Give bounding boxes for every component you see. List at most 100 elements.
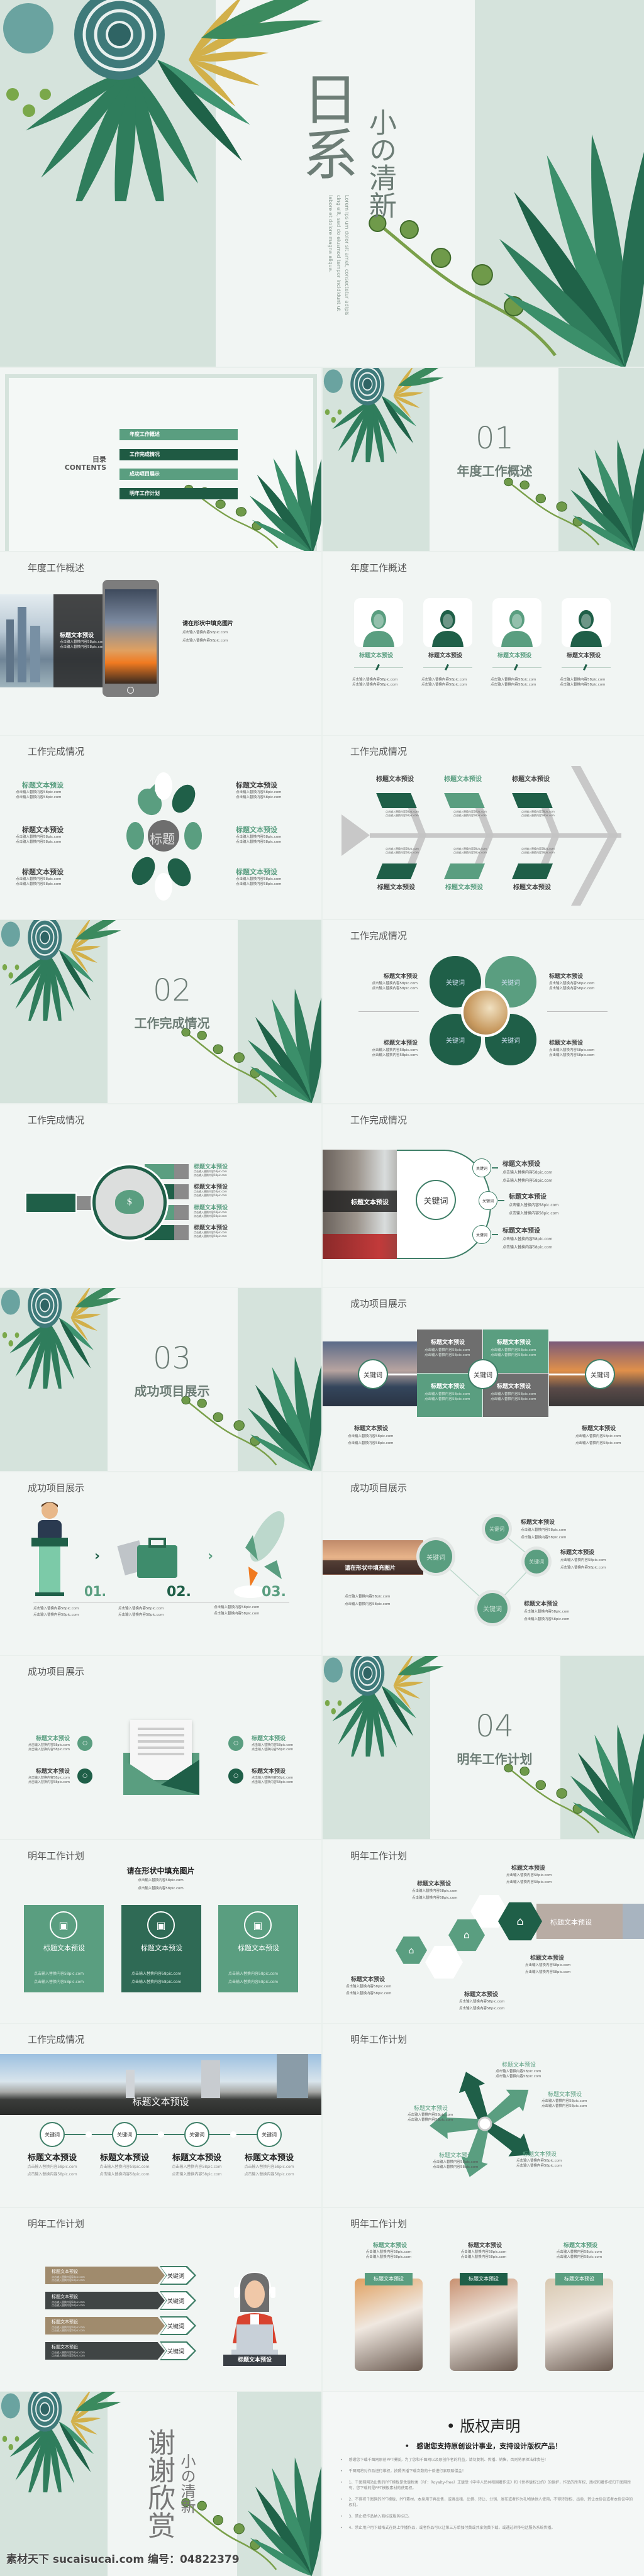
item-heading: 标题文本预设 — [530, 1955, 565, 1962]
item-heading: 标题文本预设 — [468, 2243, 502, 2249]
body-line: 点击输入替换内容58pic.com — [560, 1558, 606, 1562]
item-body: 点击输入替换内容58pic.com 点击输入替换内容58pic.com — [348, 1433, 394, 1447]
keyword-circle: 关键词 — [112, 2122, 137, 2147]
body-line: 点击输入替换内容58pic.com — [28, 1780, 70, 1784]
keyword-circle: 关键词 — [472, 1158, 491, 1177]
body-line: 点击输入替换内容58pic.com — [236, 796, 282, 799]
section-title: 明年工作计划 — [457, 1752, 533, 1767]
item-body: 点击输入替换内容58pic.com 点击输入替换内容58pic.com — [502, 1169, 552, 1185]
projects-network-slide: 成功项目展示 请在形状中填充图片 点击输入替换内容58pic.com 点击输入替换… — [323, 1472, 644, 1655]
body-line: 点击输入替换内容58pic.com — [182, 631, 228, 635]
keyword-circle: 关键词 — [525, 1550, 548, 1574]
briefcase-icon — [117, 1538, 177, 1578]
connector-dot — [498, 1200, 504, 1201]
speaker-icon — [31, 1502, 68, 1596]
keyword-circle: 关键词 — [479, 1191, 497, 1210]
contents-item-3[interactable]: 成功项目展示 — [119, 469, 238, 480]
completion-hub-slide: 工作完成情况 标题 标题文本预设 点击输入替换内容58pic.com 点击输入替换内… — [0, 736, 321, 919]
body-line: 点击输入替换内容58pic.com — [502, 1245, 553, 1250]
slide-title: 工作完成情况 — [350, 930, 408, 941]
body-line: 点击输入替换内容58pic.com — [352, 683, 398, 687]
body-line: 点击输入替换内容58pic.com — [425, 1392, 470, 1396]
monitor-icon: ○ — [228, 1736, 243, 1751]
timeline-dot — [158, 2131, 164, 2138]
item-body: 点击输入替换内容58pic.com 点击输入替换内容58pic.com — [194, 1190, 227, 1197]
body-line: 点击输入替换内容58pic.com — [541, 2104, 587, 2108]
money-cloud-icon: $ — [115, 1190, 144, 1214]
step-number: 03. — [262, 1584, 286, 1600]
body-line: 点击输入替换内容58pic.com — [491, 1353, 536, 1357]
magnifier-neck — [77, 1196, 93, 1210]
body-line: 点击输入替换内容58pic.com — [252, 1743, 293, 1747]
keyword-label: 关键词 — [167, 2273, 185, 2280]
copyright-item: • 3、禁止把作品纳入商标或服务标记。 — [340, 2514, 412, 2519]
contents-item-1[interactable]: 年度工作概述 — [119, 429, 238, 440]
feature-icon — [174, 1184, 189, 1199]
body-line: 点击输入替换内容58pic.com — [460, 2255, 507, 2259]
body-line: 点击输入替换内容58pic.com — [541, 2099, 587, 2103]
body-line: 点击输入替换内容58pic.com — [491, 683, 536, 687]
photo-tag: 标题文本预设 — [555, 2273, 603, 2285]
item-body: 点击输入替换内容58pic.com 点击输入替换内容58pic.com — [194, 1211, 227, 1218]
section-number: 01 — [475, 421, 514, 456]
item-heading: 标题文本预设 — [428, 653, 463, 659]
body-line: 点击输入替换内容58pic.com — [386, 814, 419, 817]
body-line: 点击输入替换内容58pic.com — [346, 1985, 392, 1989]
item-heading: 标题文本预设 — [564, 2243, 598, 2249]
item-heading: 标题文本预设 — [512, 776, 550, 783]
cup-icon: ○ — [77, 1736, 92, 1751]
item-body: 点击输入替换内容58pic.com 点击输入替换内容58pic.com — [459, 1999, 505, 2012]
keyword-circle: 关键词 — [485, 1517, 509, 1541]
person-avatar-icon — [570, 610, 602, 647]
overlay-heading: 标题文本预设 — [60, 633, 94, 639]
item-heading: 标题文本预设 — [383, 974, 418, 980]
body-line: 点击输入替换内容58pic.com — [549, 982, 595, 985]
succulent-illustration — [0, 2392, 132, 2492]
body-line: 点击输入替换内容58pic.com — [408, 2113, 453, 2117]
section-01-slide: 01 年度工作概述 — [323, 368, 644, 551]
fishbone-diagram — [341, 766, 621, 906]
item-heading: 标题文本预设 — [431, 1340, 465, 1346]
body-line: 点击输入替换内容58pic.com — [560, 1566, 606, 1570]
keyword-circle: 关键词 — [184, 2122, 209, 2147]
overview-phone-slide: 年度工作概述 标题文本预设 点击输入替换内容58pic.com 点击输入替换内容5… — [0, 552, 321, 735]
item-heading: 标题文本预设 — [376, 776, 414, 783]
item-body: 点击输入替换内容58pic.com 点击输入替换内容58pic.com — [541, 2099, 587, 2109]
slide-title: 明年工作计划 — [28, 1850, 85, 1862]
magnifier-handle — [25, 1192, 77, 1213]
item-body: 点击输入替换内容58pic.com 点击输入替换内容58pic.com — [34, 1970, 84, 1986]
body-line: 点击输入替换内容58pic.com — [575, 1435, 621, 1438]
item-heading: 标题文本预设 — [497, 1384, 531, 1390]
body-line: 点击输入替换内容58pic.com — [516, 2164, 562, 2168]
section-title: 年度工作概述 — [457, 464, 533, 479]
divider — [358, 1011, 419, 1012]
feature-icon — [174, 1205, 189, 1220]
body-line: 点击输入替换内容58pic.com — [27, 2172, 77, 2177]
item-body: 点击输入替换内容58pic.com 点击输入替换内容58pic.com — [236, 877, 282, 887]
copyright-item: • 2、不得将千图网的PPT模板、PPT素材，本身用于再出售，或者出租、出借、转让… — [340, 2497, 633, 2507]
item-body: 点击输入替换内容58pic.com 点击输入替换内容58pic.com — [386, 847, 419, 855]
item-body: 点击输入替换内容58pic.com 点击输入替换内容58pic.com — [372, 981, 418, 991]
body-line: 点击输入替换内容58pic.com — [496, 2075, 541, 2079]
item-body: 点击输入替换内容58pic.com 点击输入替换内容58pic.com — [491, 1348, 536, 1358]
copyright-title: • 版权声明 — [446, 2418, 521, 2435]
pinwheel-arrows — [430, 2072, 531, 2177]
body-line: 点击输入替换内容58pic.com — [34, 1972, 84, 1976]
team-card — [354, 598, 403, 647]
body-line: 点击输入替换内容58pic.com — [506, 1880, 552, 1884]
contents-item-2[interactable]: 工作完成情况 — [119, 449, 238, 460]
item-body: 点击输入替换内容58pic.com 点击输入替换内容58pic.com — [238, 2163, 301, 2179]
body-line: 点击输入替换内容58pic.com — [28, 1743, 70, 1747]
item-heading: 标题文本预设 — [236, 868, 277, 876]
plan-hexagon-slide: 明年工作计划 标题文本预设 ⌂ ⌂ ⌂ 标题文本预设 点击输入替换内容58pic.co… — [323, 1840, 644, 2023]
item-heading: 标题文本预设 — [513, 884, 551, 891]
item-heading: 标题文本预设 — [236, 781, 277, 789]
body-line: 点击输入替换内容58pic.com — [365, 2250, 412, 2254]
contents-item-4[interactable]: 明年工作计划 — [119, 488, 238, 499]
copyright-subtitle: • 感谢您支持原创设计事业，支持设计版权产品！ — [404, 2442, 562, 2450]
cover-title-main: 日系 — [294, 70, 358, 181]
item-heading: 标题文本预设 — [22, 781, 64, 789]
body-line: 点击输入替换内容58pic.com — [372, 987, 418, 991]
item-heading: 标题文本预设 — [373, 2243, 408, 2249]
item-body: 点击输入替换内容58pic.com 点击输入替换内容58pic.com — [549, 1048, 595, 1058]
